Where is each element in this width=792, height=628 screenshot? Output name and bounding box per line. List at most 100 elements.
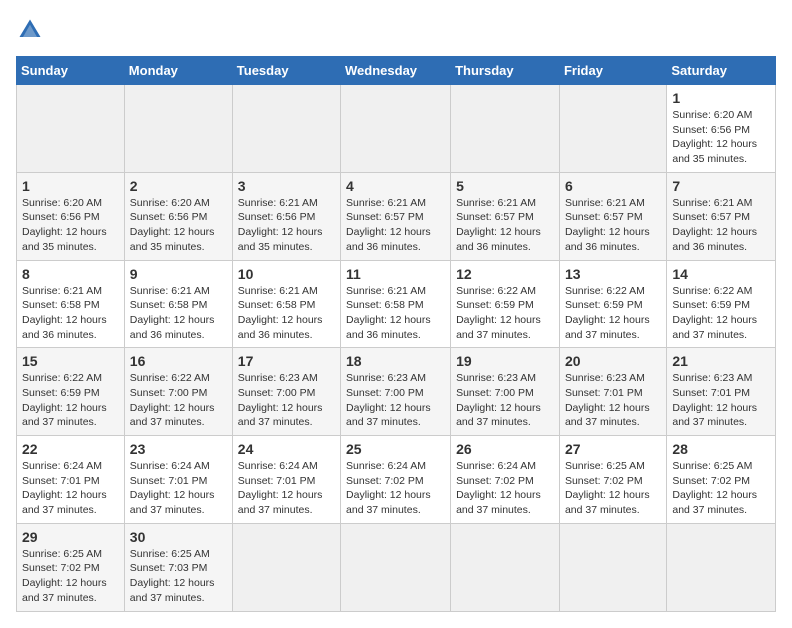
day-number: 16	[130, 353, 227, 369]
day-number: 5	[456, 178, 554, 194]
calendar-cell: 7 Sunrise: 6:21 AMSunset: 6:57 PMDayligh…	[667, 172, 776, 260]
day-info: Sunrise: 6:22 AMSunset: 6:59 PMDaylight:…	[565, 285, 650, 341]
calendar-cell: 21 Sunrise: 6:23 AMSunset: 7:01 PMDaylig…	[667, 348, 776, 436]
day-number: 1	[672, 90, 770, 106]
day-info: Sunrise: 6:21 AMSunset: 6:57 PMDaylight:…	[456, 197, 541, 253]
calendar-cell: 9 Sunrise: 6:21 AMSunset: 6:58 PMDayligh…	[124, 260, 232, 348]
day-number: 13	[565, 266, 661, 282]
calendar-table: SundayMondayTuesdayWednesdayThursdayFrid…	[16, 56, 776, 612]
calendar-cell	[559, 523, 666, 611]
day-number: 23	[130, 441, 227, 457]
day-number: 20	[565, 353, 661, 369]
calendar-week-2: 1 Sunrise: 6:20 AMSunset: 6:56 PMDayligh…	[17, 172, 776, 260]
calendar-cell	[232, 85, 340, 173]
day-info: Sunrise: 6:21 AMSunset: 6:58 PMDaylight:…	[22, 285, 107, 341]
header-thursday: Thursday	[451, 57, 560, 85]
calendar-cell: 10 Sunrise: 6:21 AMSunset: 6:58 PMDaylig…	[232, 260, 340, 348]
calendar-cell: 25 Sunrise: 6:24 AMSunset: 7:02 PMDaylig…	[341, 436, 451, 524]
day-info: Sunrise: 6:21 AMSunset: 6:56 PMDaylight:…	[238, 197, 323, 253]
calendar-cell: 20 Sunrise: 6:23 AMSunset: 7:01 PMDaylig…	[559, 348, 666, 436]
calendar-cell: 16 Sunrise: 6:22 AMSunset: 7:00 PMDaylig…	[124, 348, 232, 436]
day-number: 15	[22, 353, 119, 369]
calendar-cell: 4 Sunrise: 6:21 AMSunset: 6:57 PMDayligh…	[341, 172, 451, 260]
day-number: 2	[130, 178, 227, 194]
day-info: Sunrise: 6:21 AMSunset: 6:57 PMDaylight:…	[565, 197, 650, 253]
header-row: SundayMondayTuesdayWednesdayThursdayFrid…	[17, 57, 776, 85]
calendar-cell: 14 Sunrise: 6:22 AMSunset: 6:59 PMDaylig…	[667, 260, 776, 348]
calendar-week-1: 1 Sunrise: 6:20 AMSunset: 6:56 PMDayligh…	[17, 85, 776, 173]
calendar-cell: 1 Sunrise: 6:20 AMSunset: 6:56 PMDayligh…	[17, 172, 125, 260]
calendar-cell	[451, 85, 560, 173]
day-info: Sunrise: 6:24 AMSunset: 7:02 PMDaylight:…	[456, 460, 541, 516]
day-info: Sunrise: 6:21 AMSunset: 6:58 PMDaylight:…	[238, 285, 323, 341]
day-number: 10	[238, 266, 335, 282]
day-info: Sunrise: 6:22 AMSunset: 6:59 PMDaylight:…	[672, 285, 757, 341]
day-info: Sunrise: 6:23 AMSunset: 7:01 PMDaylight:…	[565, 372, 650, 428]
calendar-cell	[559, 85, 666, 173]
day-info: Sunrise: 6:25 AMSunset: 7:03 PMDaylight:…	[130, 548, 215, 604]
header-friday: Friday	[559, 57, 666, 85]
calendar-cell	[232, 523, 340, 611]
day-number: 17	[238, 353, 335, 369]
calendar-cell: 24 Sunrise: 6:24 AMSunset: 7:01 PMDaylig…	[232, 436, 340, 524]
day-info: Sunrise: 6:24 AMSunset: 7:01 PMDaylight:…	[130, 460, 215, 516]
calendar-week-6: 29 Sunrise: 6:25 AMSunset: 7:02 PMDaylig…	[17, 523, 776, 611]
calendar-cell: 22 Sunrise: 6:24 AMSunset: 7:01 PMDaylig…	[17, 436, 125, 524]
logo-icon	[16, 16, 44, 44]
day-number: 21	[672, 353, 770, 369]
day-number: 6	[565, 178, 661, 194]
day-info: Sunrise: 6:20 AMSunset: 6:56 PMDaylight:…	[130, 197, 215, 253]
day-number: 26	[456, 441, 554, 457]
day-number: 1	[22, 178, 119, 194]
day-number: 14	[672, 266, 770, 282]
calendar-cell: 29 Sunrise: 6:25 AMSunset: 7:02 PMDaylig…	[17, 523, 125, 611]
calendar-cell: 2 Sunrise: 6:20 AMSunset: 6:56 PMDayligh…	[124, 172, 232, 260]
day-info: Sunrise: 6:23 AMSunset: 7:00 PMDaylight:…	[456, 372, 541, 428]
calendar-cell: 28 Sunrise: 6:25 AMSunset: 7:02 PMDaylig…	[667, 436, 776, 524]
day-info: Sunrise: 6:21 AMSunset: 6:57 PMDaylight:…	[672, 197, 757, 253]
logo	[16, 16, 48, 44]
calendar-cell: 30 Sunrise: 6:25 AMSunset: 7:03 PMDaylig…	[124, 523, 232, 611]
calendar-cell: 13 Sunrise: 6:22 AMSunset: 6:59 PMDaylig…	[559, 260, 666, 348]
calendar-cell: 11 Sunrise: 6:21 AMSunset: 6:58 PMDaylig…	[341, 260, 451, 348]
day-info: Sunrise: 6:22 AMSunset: 6:59 PMDaylight:…	[456, 285, 541, 341]
calendar-cell	[124, 85, 232, 173]
calendar-week-4: 15 Sunrise: 6:22 AMSunset: 6:59 PMDaylig…	[17, 348, 776, 436]
day-info: Sunrise: 6:23 AMSunset: 7:00 PMDaylight:…	[238, 372, 323, 428]
calendar-cell: 27 Sunrise: 6:25 AMSunset: 7:02 PMDaylig…	[559, 436, 666, 524]
day-number: 18	[346, 353, 445, 369]
calendar-cell: 6 Sunrise: 6:21 AMSunset: 6:57 PMDayligh…	[559, 172, 666, 260]
day-number: 3	[238, 178, 335, 194]
day-number: 11	[346, 266, 445, 282]
day-number: 19	[456, 353, 554, 369]
calendar-cell	[341, 85, 451, 173]
page-header	[16, 16, 776, 44]
day-number: 28	[672, 441, 770, 457]
calendar-cell: 17 Sunrise: 6:23 AMSunset: 7:00 PMDaylig…	[232, 348, 340, 436]
day-number: 29	[22, 529, 119, 545]
day-number: 25	[346, 441, 445, 457]
calendar-cell: 19 Sunrise: 6:23 AMSunset: 7:00 PMDaylig…	[451, 348, 560, 436]
calendar-cell	[667, 523, 776, 611]
day-info: Sunrise: 6:23 AMSunset: 7:01 PMDaylight:…	[672, 372, 757, 428]
header-monday: Monday	[124, 57, 232, 85]
day-info: Sunrise: 6:20 AMSunset: 6:56 PMDaylight:…	[22, 197, 107, 253]
day-number: 8	[22, 266, 119, 282]
calendar-cell: 12 Sunrise: 6:22 AMSunset: 6:59 PMDaylig…	[451, 260, 560, 348]
day-info: Sunrise: 6:24 AMSunset: 7:01 PMDaylight:…	[238, 460, 323, 516]
day-number: 4	[346, 178, 445, 194]
calendar-cell: 1 Sunrise: 6:20 AMSunset: 6:56 PMDayligh…	[667, 85, 776, 173]
day-number: 27	[565, 441, 661, 457]
calendar-week-3: 8 Sunrise: 6:21 AMSunset: 6:58 PMDayligh…	[17, 260, 776, 348]
calendar-cell	[341, 523, 451, 611]
header-saturday: Saturday	[667, 57, 776, 85]
day-info: Sunrise: 6:24 AMSunset: 7:02 PMDaylight:…	[346, 460, 431, 516]
day-info: Sunrise: 6:25 AMSunset: 7:02 PMDaylight:…	[672, 460, 757, 516]
day-info: Sunrise: 6:20 AMSunset: 6:56 PMDaylight:…	[672, 109, 757, 165]
day-info: Sunrise: 6:22 AMSunset: 6:59 PMDaylight:…	[22, 372, 107, 428]
day-number: 24	[238, 441, 335, 457]
day-info: Sunrise: 6:25 AMSunset: 7:02 PMDaylight:…	[565, 460, 650, 516]
calendar-week-5: 22 Sunrise: 6:24 AMSunset: 7:01 PMDaylig…	[17, 436, 776, 524]
calendar-cell	[451, 523, 560, 611]
day-info: Sunrise: 6:21 AMSunset: 6:58 PMDaylight:…	[130, 285, 215, 341]
